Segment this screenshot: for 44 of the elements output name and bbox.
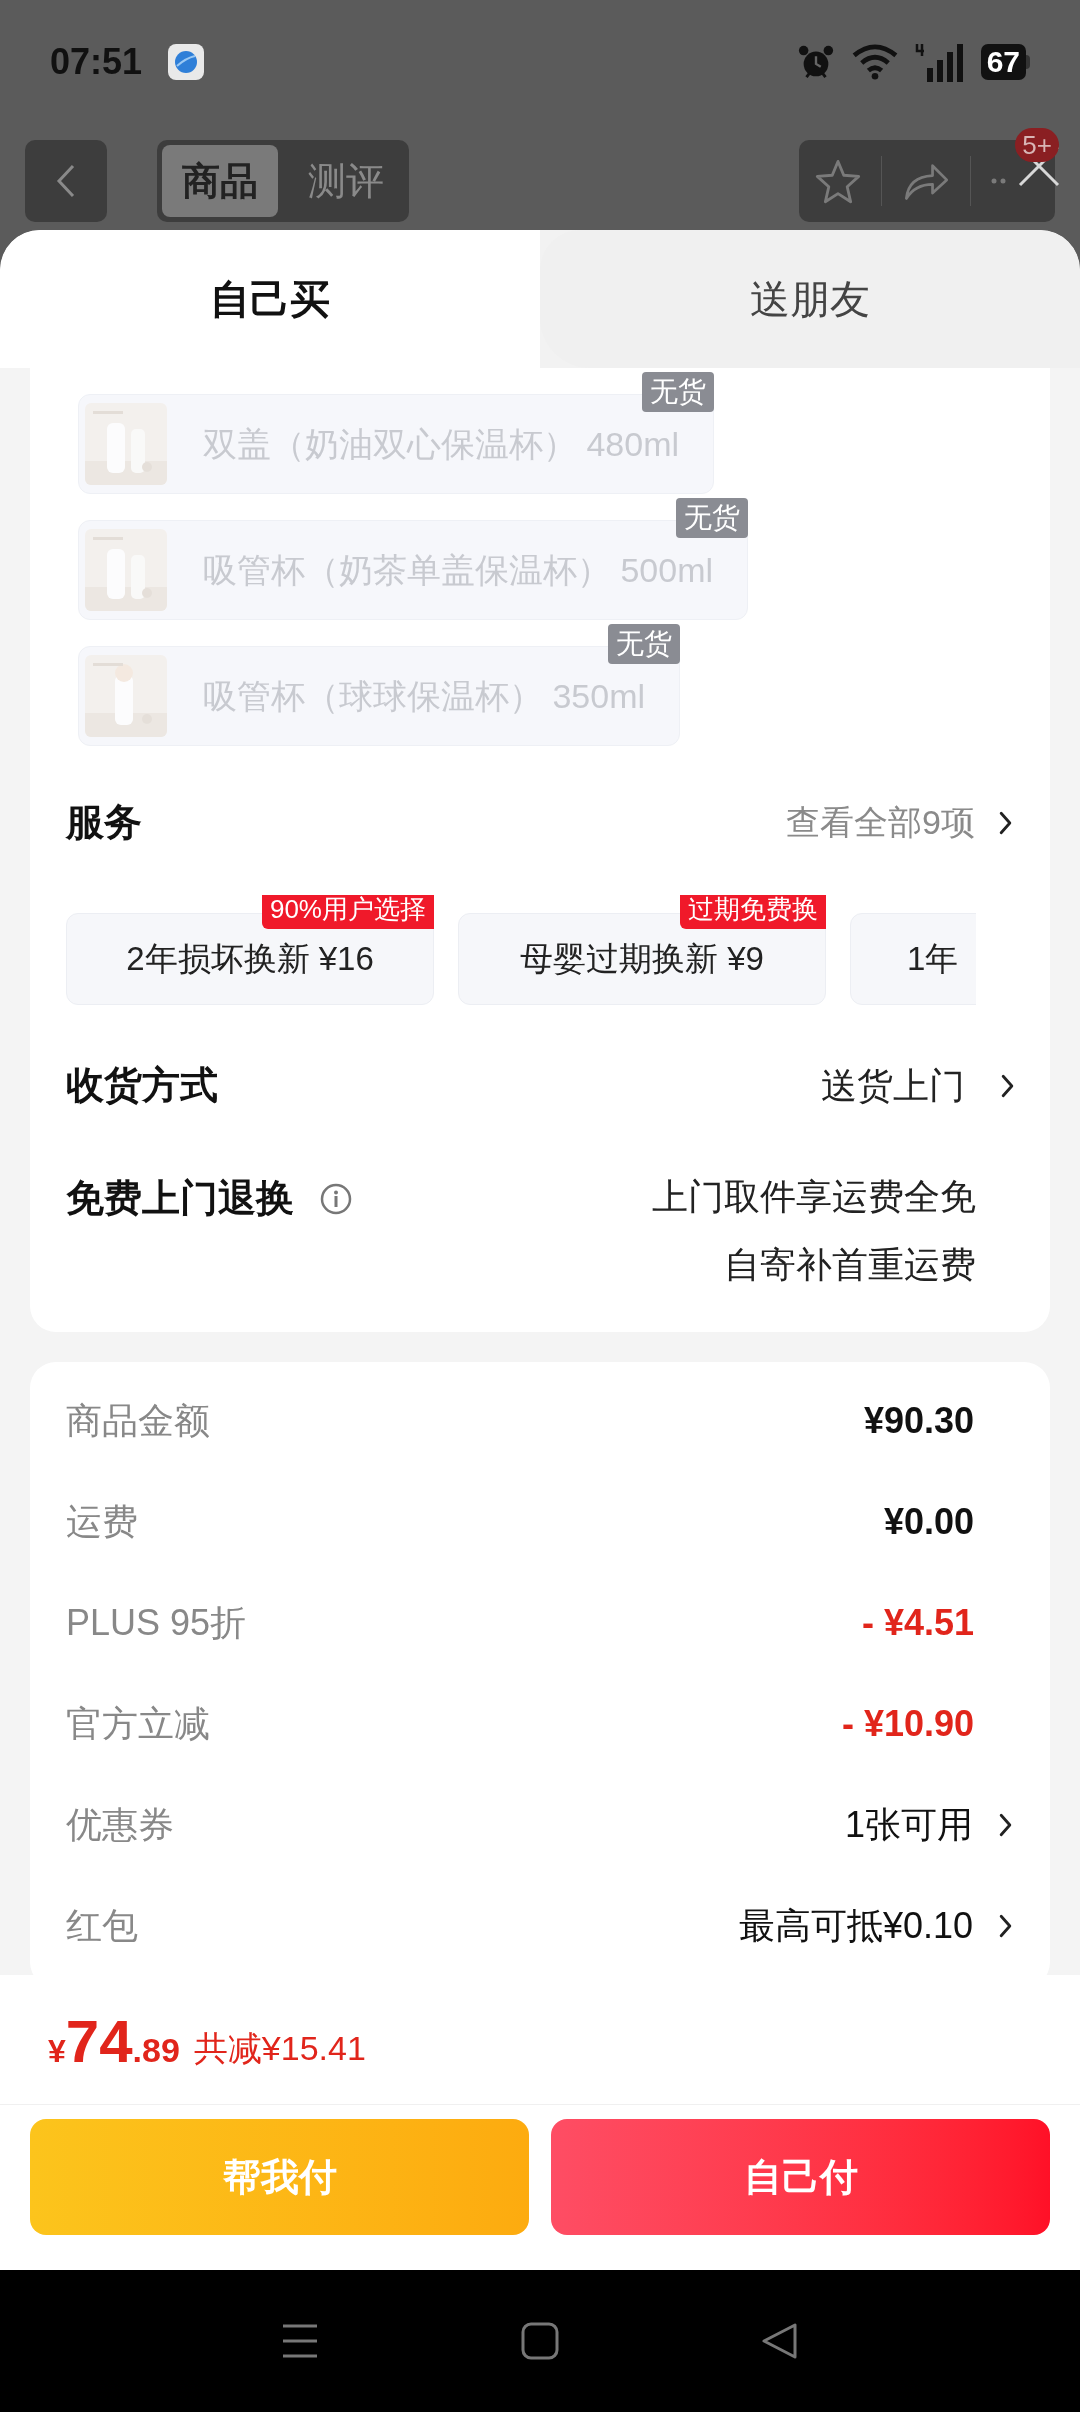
summary-value: - ¥4.51 <box>861 1600 974 1645</box>
returns-note: 上门取件享运费全免 <box>652 1175 976 1219</box>
info-icon[interactable] <box>320 1182 352 1215</box>
service-option[interactable]: 1年 <box>850 913 976 1005</box>
delivery-method[interactable]: 送货上门 <box>821 1058 1014 1113</box>
menu-icon[interactable] <box>281 2322 319 2360</box>
out-of-stock-tag: 无货 <box>608 624 681 664</box>
summary-label: 官方立减 <box>66 1701 210 1746</box>
home-icon[interactable] <box>521 2322 559 2360</box>
returns-note: 自寄补首重运费 <box>724 1243 976 1287</box>
status-time: 07:51 <box>50 40 143 84</box>
summary-value[interactable]: 最高可抵¥0.10 <box>738 1898 973 1953</box>
battery-indicator: 67 <box>980 44 1030 80</box>
delivery-label: 收货方式 <box>66 1063 218 1108</box>
total-saving: 共减¥15.41 <box>193 2028 366 2069</box>
wifi-icon <box>850 44 899 80</box>
notification-badge: 5+ <box>1015 128 1059 162</box>
back-nav-icon[interactable] <box>761 2322 799 2360</box>
summary-label: 商品金额 <box>66 1398 210 1443</box>
summary-value: ¥0.00 <box>883 1499 974 1544</box>
summary-label: 优惠券 <box>66 1802 174 1847</box>
summary-value: ¥90.30 <box>863 1398 974 1443</box>
summary-label: PLUS 95折 <box>66 1600 247 1645</box>
out-of-stock-tag: 无货 <box>642 372 715 412</box>
cellular-signal-icon <box>914 42 965 82</box>
summary-label: 红包 <box>66 1903 138 1948</box>
total-price: ¥74.89 <box>48 2012 180 2076</box>
alarm-icon <box>796 43 835 81</box>
nav-tab[interactable]: 商品 <box>162 145 278 217</box>
returns-label: 免费上门退换 <box>66 1176 294 1221</box>
service-tag: 过期免费换 <box>680 895 826 929</box>
summary-value: - ¥10.90 <box>841 1701 974 1746</box>
chevron-right-icon <box>1001 1073 1014 1098</box>
purchase-tab[interactable]: 自己买 <box>0 230 540 368</box>
pay-button[interactable]: 自己付 <box>551 2119 1050 2235</box>
summary-value[interactable]: 1张可用 <box>844 1797 973 1852</box>
section-title: 服务 <box>66 800 142 845</box>
star-icon[interactable] <box>815 158 861 204</box>
out-of-stock-tag: 无货 <box>676 498 749 538</box>
service-tag: 90%用户选择 <box>261 895 434 929</box>
back-icon <box>56 164 76 198</box>
summary-label: 运费 <box>66 1499 138 1544</box>
chevron-right-icon <box>999 810 1012 835</box>
app-icon <box>168 44 205 80</box>
